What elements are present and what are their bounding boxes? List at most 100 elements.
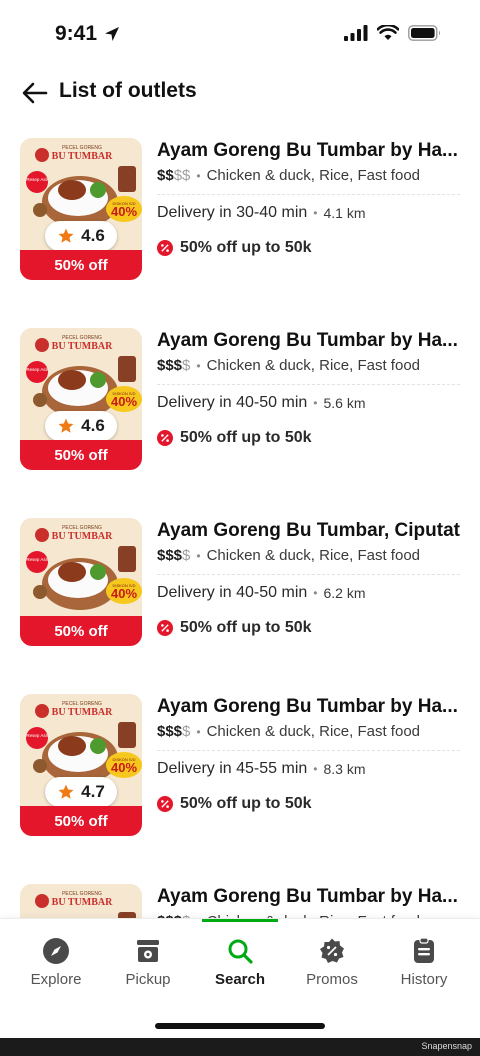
nav-pickup[interactable]: Pickup [102,919,194,999]
discount-icon [157,240,173,256]
delivery-info: Delivery in 30-40 min • 4.1 km [157,204,460,222]
search-icon [228,939,253,964]
home-indicator[interactable] [155,1023,325,1029]
outlet-name: Ayam Goreng Bu Tumbar by Ha... [157,886,458,907]
outlet-card[interactable]: PECEL GORENG BU TUMBAR Resep Asli DISKON… [0,328,480,488]
delivery-time: Delivery in 45-55 min [157,760,308,777]
dot-separator: • [196,548,201,563]
rating-badge: 4.6 [45,411,117,441]
svg-text:BU TUMBAR: BU TUMBAR [52,341,113,352]
star-icon [58,784,74,799]
outlet-name: Ayam Goreng Bu Tumbar by Ha... [157,696,458,717]
rating-value: 4.6 [81,226,105,245]
nav-label: Pickup [125,971,171,988]
promo-band: 50% off [20,440,142,470]
back-button[interactable] [20,80,50,106]
svg-text:Resep Asli: Resep Asli [26,557,47,562]
outlet-card[interactable]: PECEL GORENG BU TUMBAR Resep Asli DISKON… [0,694,480,854]
nav-label: History [400,971,448,988]
nav-history[interactable]: History [378,919,470,999]
price-level-remaining: $ [182,723,191,740]
discount-icon [157,620,173,636]
price-level: $$ [157,167,174,184]
nav-search[interactable]: Search [194,919,286,999]
price-level-remaining: $ [182,547,191,564]
svg-text:40%: 40% [111,760,137,775]
store-icon [137,940,159,962]
cuisine-list: Chicken & duck, Rice, Fast food [206,723,421,740]
offer-info: 50% off up to 50k [157,619,460,637]
delivery-time: Delivery in 40-50 min [157,584,308,601]
price-level: $$$ [157,547,183,564]
divider [157,384,460,385]
nav-promos[interactable]: Promos [286,919,378,999]
offer-text: 50% off up to 50k [180,619,312,636]
header: List of outlets [0,70,480,116]
location-arrow-icon [105,27,120,41]
arrow-left-icon [22,82,48,104]
outlet-meta: $$$$ • Chicken & duck, Rice, Fast food [157,167,460,184]
delivery-info: Delivery in 45-55 min • 8.3 km [157,760,460,778]
watermark-bar: Snapensnap [0,1038,480,1056]
offer-text: 50% off up to 50k [180,429,312,446]
outlet-thumbnail: PECEL GORENG BU TUMBAR Resep Asli DISKON… [20,518,142,646]
promo-band: 50% off [20,806,142,836]
cuisine-list: Chicken & duck, Rice, Fast food [206,547,421,564]
status-time: 9:41 [55,22,121,46]
outlet-name: Ayam Goreng Bu Tumbar by Ha... [157,140,458,161]
compass-icon [43,938,69,964]
discount-icon [157,430,173,446]
divider [157,574,460,575]
delivery-info: Delivery in 40-50 min • 6.2 km [157,584,460,602]
distance: 6.2 km [323,585,366,601]
distance: 4.1 km [323,205,366,221]
dot-separator: • [313,762,318,776]
outlet-meta: $$$$ • Chicken & duck, Rice, Fast food [157,723,460,740]
outlet-info: Ayam Goreng Bu Tumbar by Ha... $$$$ • Ch… [157,138,460,257]
price-level-remaining: $$ [173,167,191,184]
nav-label: Search [214,971,266,988]
rating-value: 4.7 [81,782,105,801]
promo-icon [320,938,344,963]
outlet-thumbnail: PECEL GORENG BU TUMBAR Resep Asli DISKON… [20,138,142,280]
dot-separator: • [313,586,318,600]
battery-icon [408,25,440,41]
svg-text:BU TUMBAR: BU TUMBAR [52,531,113,542]
cuisine-list: Chicken & duck, Rice, Fast food [206,167,421,184]
svg-text:BU TUMBAR: BU TUMBAR [52,151,113,162]
wifi-icon [377,25,399,40]
outlet-info: Ayam Goreng Bu Tumbar, Ciputat $$$ $ • Ch… [157,518,460,637]
promo-band: 50% off [20,250,142,280]
dot-separator: • [313,396,318,410]
page-title: List of outlets [59,79,197,102]
outlet-name: Ayam Goreng Bu Tumbar, Ciputat [157,520,460,541]
svg-text:BU TUMBAR: BU TUMBAR [52,897,113,908]
rating-badge: 4.7 [45,777,117,807]
outlet-name: Ayam Goreng Bu Tumbar by Ha... [157,330,458,351]
offer-info: 50% off up to 50k [157,429,460,447]
dot-separator: • [196,724,201,739]
svg-text:BU TUMBAR: BU TUMBAR [52,707,113,718]
outlet-card[interactable]: PECEL GORENG BU TUMBAR Resep Asli DISKON… [0,138,480,298]
star-icon [58,418,74,433]
nav-explore[interactable]: Explore [10,919,102,999]
status-bar: 9:41 [0,0,480,70]
offer-text: 50% off up to 50k [180,239,312,256]
delivery-time: Delivery in 40-50 min [157,394,308,411]
outlet-thumbnail: PECEL GORENG BU TUMBAR Resep Asli DISKON… [20,694,142,836]
svg-text:40%: 40% [111,204,137,219]
outlet-info: Ayam Goreng Bu Tumbar by Ha... $$$$ • Ch… [157,328,460,447]
price-level: $$$ [157,357,183,374]
promo-band: 50% off [20,616,142,646]
clipboard-icon [414,937,434,963]
offer-info: 50% off up to 50k [157,795,460,813]
discount-icon [157,796,173,812]
price-level-remaining: $ [182,357,191,374]
bottom-nav: Explore Pickup Search Promos History [0,918,480,1038]
svg-text:40%: 40% [111,394,137,409]
offer-info: 50% off up to 50k [157,239,460,257]
clock-text: 9:41 [55,22,98,45]
svg-text:Resep Asli: Resep Asli [26,733,47,738]
outlet-card[interactable]: PECEL GORENG BU TUMBAR Resep Asli DISKON… [0,518,480,678]
nav-label: Explore [30,971,82,988]
